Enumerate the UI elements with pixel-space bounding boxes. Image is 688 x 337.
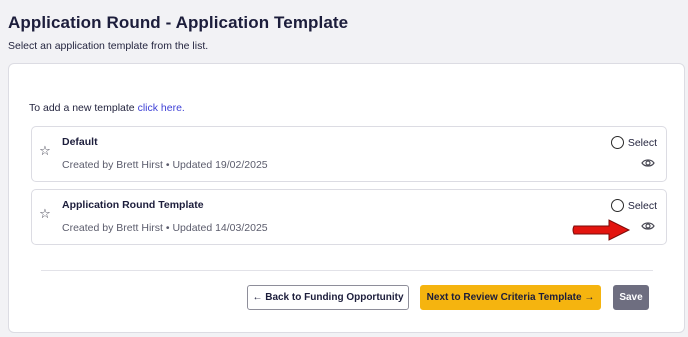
select-radio-default[interactable]: Select <box>610 136 657 149</box>
star-outline-icon[interactable]: ☆ <box>38 143 52 157</box>
page-title: Application Round - Application Template <box>8 13 349 32</box>
eye-icon[interactable] <box>641 158 655 168</box>
star-outline-icon[interactable]: ☆ <box>38 206 52 220</box>
application-template-page: Application Round - Application Template… <box>0 0 688 337</box>
add-template-link[interactable]: click here. <box>138 102 185 114</box>
radio-icon[interactable] <box>610 136 624 149</box>
template-name: Default <box>62 136 98 148</box>
add-template-line: To add a new template click here. <box>29 102 185 114</box>
page-subtitle: Select an application template from the … <box>8 40 209 52</box>
red-arrow-pointer-icon <box>572 219 631 241</box>
save-button[interactable]: Save <box>613 285 649 310</box>
select-radio-application-round[interactable]: Select <box>610 199 657 212</box>
back-to-funding-opportunity-button[interactable]: ← Back to Funding Opportunity <box>247 285 409 310</box>
template-item-default[interactable]: ☆ Default Created by Brett Hirst • Updat… <box>31 126 667 182</box>
select-label: Select <box>627 136 657 149</box>
template-card: To add a new template click here. ☆ Defa… <box>8 63 685 333</box>
add-template-text: To add a new template <box>29 102 138 114</box>
select-label: Select <box>627 199 657 212</box>
divider <box>41 270 653 271</box>
template-meta: Created by Brett Hirst • Updated 14/03/2… <box>62 222 268 234</box>
radio-icon[interactable] <box>610 199 624 212</box>
eye-icon[interactable] <box>641 221 655 231</box>
template-name: Application Round Template <box>62 199 204 211</box>
next-to-review-criteria-button[interactable]: Next to Review Criteria Template → <box>420 285 601 310</box>
template-meta: Created by Brett Hirst • Updated 19/02/2… <box>62 159 268 171</box>
